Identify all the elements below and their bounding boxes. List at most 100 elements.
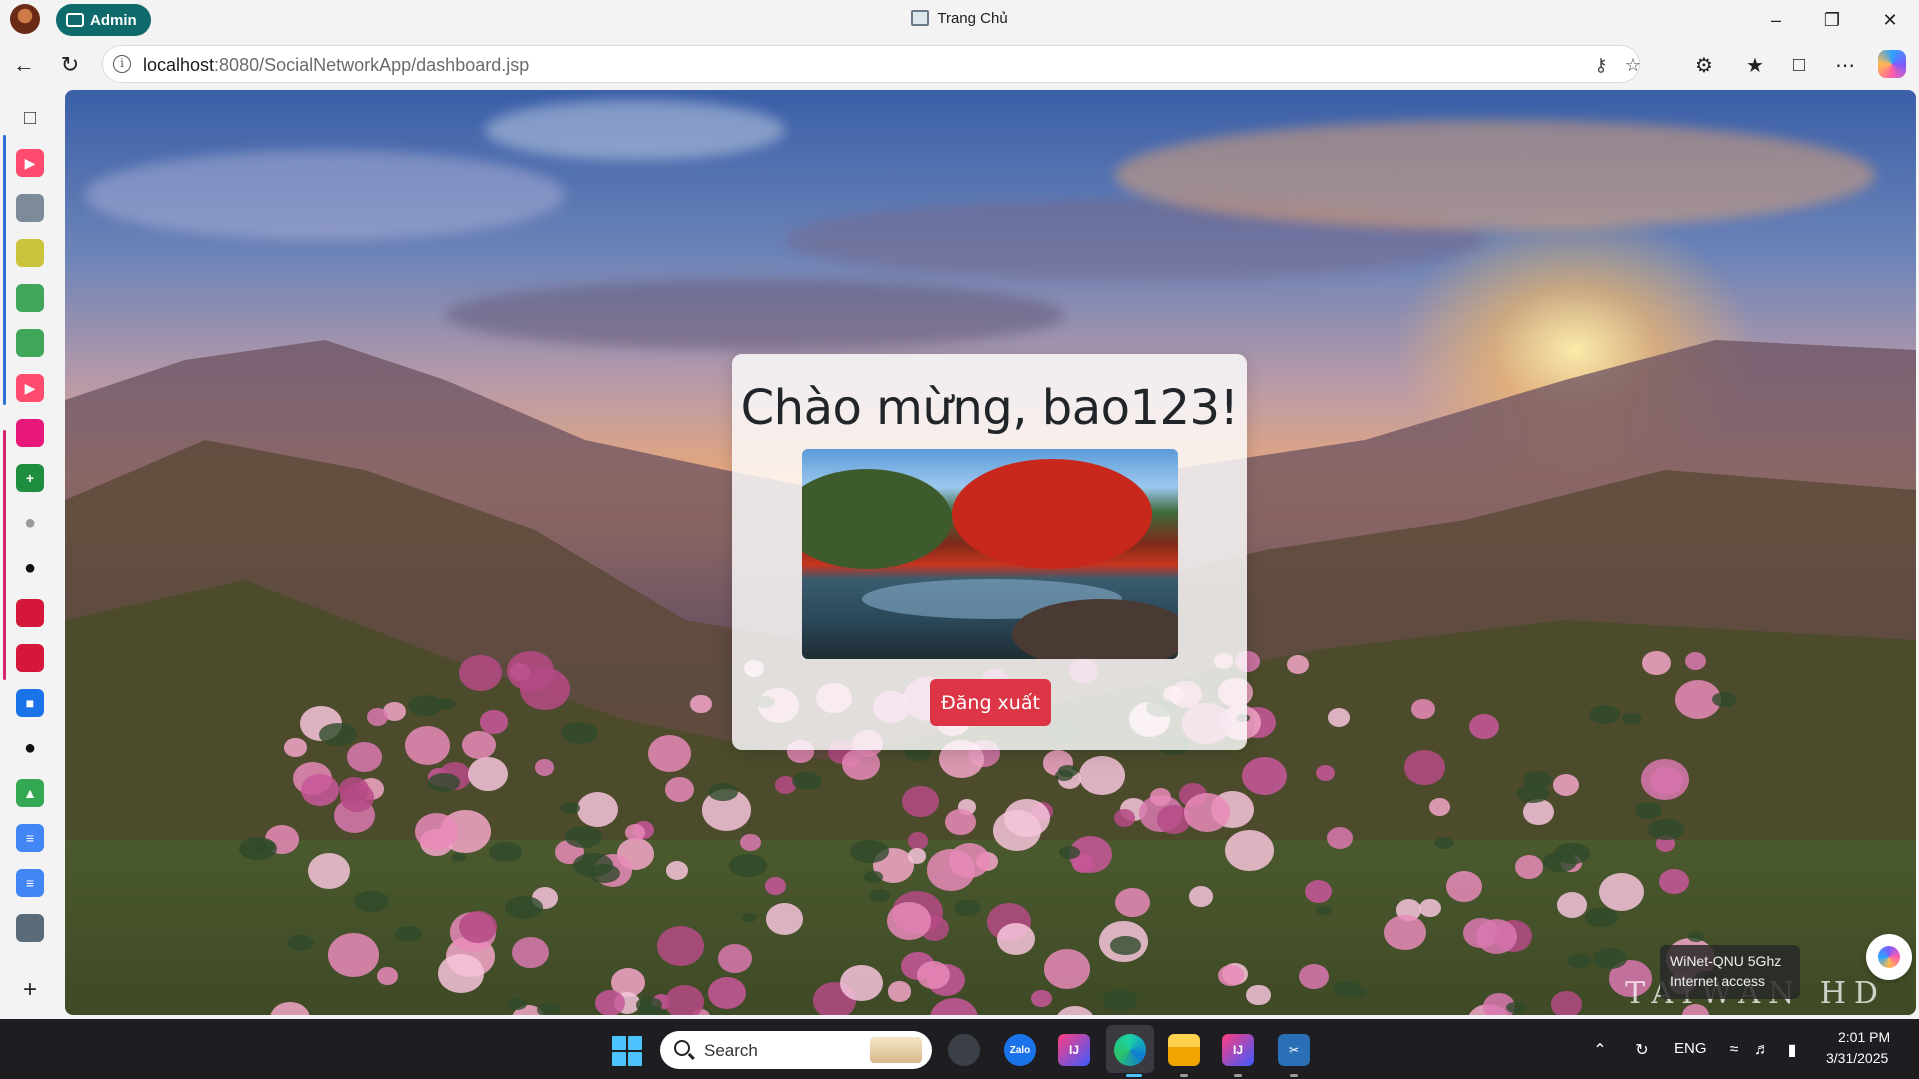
intellij-icon[interactable]: IJ	[1222, 1034, 1254, 1066]
bg-leaf	[1622, 712, 1643, 725]
password-key-icon[interactable]: ⚷	[1589, 53, 1613, 77]
bg-flower	[657, 925, 705, 967]
copilot-icon[interactable]	[1878, 50, 1906, 78]
sync-icon[interactable]: ↻	[1632, 1040, 1652, 1060]
clock-time[interactable]: 2:01 PM	[1838, 1029, 1890, 1045]
new-tab-button[interactable]: +	[16, 976, 44, 1004]
office-icon[interactable]	[16, 644, 44, 672]
contacts-icon[interactable]: ■	[16, 689, 44, 717]
bg-flower	[707, 976, 747, 1010]
bg-flower	[1043, 949, 1091, 989]
sheets-icon[interactable]: +	[16, 464, 44, 492]
bg-flower	[840, 964, 883, 1002]
address-text[interactable]: localhost:8080/SocialNetworkApp/dashboar…	[143, 55, 529, 76]
drive-icon[interactable]: ▲	[16, 779, 44, 807]
bg-flower	[1556, 891, 1587, 918]
bg-leaf	[1567, 953, 1592, 968]
bg-flower	[327, 933, 380, 978]
bg-flower	[1428, 798, 1450, 817]
office-icon[interactable]	[16, 599, 44, 627]
bg-cloud	[85, 150, 565, 240]
bg-leaf	[863, 871, 883, 883]
bg-leaf	[565, 826, 603, 849]
docs-icon[interactable]: ≡	[16, 869, 44, 897]
github-icon[interactable]: ●	[16, 554, 44, 582]
bg-flower	[717, 944, 752, 973]
address-bar[interactable]: i localhost:8080/SocialNetworkApp/dashbo…	[102, 45, 1641, 83]
extensions-icon[interactable]: ⚙	[1687, 48, 1721, 82]
restore-button[interactable]: ❐	[1812, 4, 1852, 36]
bg-leaf	[1058, 846, 1081, 859]
clock-date[interactable]: 3/31/2025	[1826, 1050, 1888, 1066]
youtube-icon[interactable]: ▶	[16, 149, 44, 177]
zalo-icon[interactable]: Zalo	[1004, 1034, 1036, 1066]
bg-leaf	[1110, 936, 1141, 955]
pink-app-icon[interactable]	[16, 419, 44, 447]
running-indicator	[1290, 1074, 1298, 1077]
more-menu-icon[interactable]: ⋯	[1828, 48, 1862, 82]
bg-flower	[647, 735, 692, 772]
bg-leaf	[1634, 801, 1663, 819]
collections-icon[interactable]: □	[1782, 48, 1816, 82]
bg-leaf	[639, 1006, 666, 1015]
green-app-icon[interactable]	[16, 329, 44, 357]
snipping-tool-icon[interactable]: ✂	[1278, 1034, 1310, 1066]
bg-leaf	[1588, 705, 1621, 724]
github-icon[interactable]: ●	[16, 734, 44, 762]
close-button[interactable]: ✕	[1870, 4, 1910, 36]
bg-leaf	[287, 935, 314, 952]
wifi-tooltip: WiNet-QNU 5Ghz Internet access	[1660, 945, 1800, 999]
widgets-icon[interactable]	[948, 1034, 980, 1066]
bg-leaf	[742, 912, 757, 922]
wifi-icon[interactable]: ≈	[1724, 1040, 1744, 1060]
bg-flower	[576, 791, 619, 827]
cm-app-icon[interactable]	[16, 194, 44, 222]
url-path: :8080/SocialNetworkApp/dashboard.jsp	[214, 55, 530, 75]
docs-icon[interactable]: ≡	[16, 824, 44, 852]
favorite-star-icon[interactable]: ☆	[1621, 53, 1645, 77]
battery-icon[interactable]: ▮	[1782, 1040, 1802, 1060]
bg-leaf	[729, 854, 767, 877]
bg-flower	[1115, 887, 1151, 918]
running-indicator	[1180, 1074, 1188, 1077]
bg-flower	[842, 747, 881, 780]
language-indicator[interactable]: ENG	[1674, 1040, 1707, 1057]
back-button[interactable]: ←	[6, 48, 42, 82]
copilot-floating-button[interactable]	[1866, 934, 1912, 980]
file-explorer-icon[interactable]	[1168, 1034, 1200, 1066]
chevron-up-icon[interactable]: ⌃	[1590, 1040, 1610, 1060]
favorites-icon[interactable]: ★	[1738, 48, 1772, 82]
bg-flower	[1642, 650, 1672, 676]
image-app-icon[interactable]	[16, 914, 44, 942]
bg-leaf	[319, 722, 358, 746]
intellij-icon[interactable]: IJ	[1058, 1034, 1090, 1066]
bg-flower	[1384, 915, 1426, 951]
photo-green-trees	[802, 469, 952, 569]
flag-app-icon[interactable]	[16, 239, 44, 267]
refresh-button[interactable]: ↻	[52, 48, 88, 82]
site-info-icon[interactable]: i	[113, 55, 131, 73]
bg-flower	[740, 833, 762, 852]
bg-leaf	[1592, 948, 1627, 969]
window-title-text: Trang Chủ	[937, 10, 1008, 27]
green-app-icon[interactable]	[16, 284, 44, 312]
taskbar-search[interactable]: Search	[660, 1031, 932, 1069]
page-viewport: Chào mừng, bao123! Đăng xuất TAIWAN HD	[65, 90, 1916, 1015]
bg-flower	[929, 998, 978, 1015]
bg-leaf	[395, 925, 423, 942]
bg-flower	[507, 651, 554, 691]
youtube-icon[interactable]: ▶	[16, 374, 44, 402]
volume-icon[interactable]: ♬	[1752, 1040, 1772, 1060]
bg-flower	[886, 902, 931, 940]
tab-actions-icon[interactable]: □	[16, 104, 44, 132]
logout-button[interactable]: Đăng xuất	[930, 679, 1051, 726]
github-icon[interactable]: ●	[16, 509, 44, 537]
minimize-button[interactable]: –	[1756, 4, 1796, 36]
edge-icon[interactable]	[1114, 1034, 1146, 1066]
start-icon[interactable]	[612, 1036, 642, 1066]
bg-flower	[1327, 707, 1351, 727]
bg-leaf	[504, 895, 544, 919]
windows-taskbar: Search Zalo IJ IJ ✂ ⌃ ↻ ENG ≈ ♬ ▮ 2:01 P…	[0, 1019, 1919, 1079]
welcome-card: Chào mừng, bao123! Đăng xuất	[732, 354, 1247, 750]
bg-flower	[1304, 880, 1332, 904]
